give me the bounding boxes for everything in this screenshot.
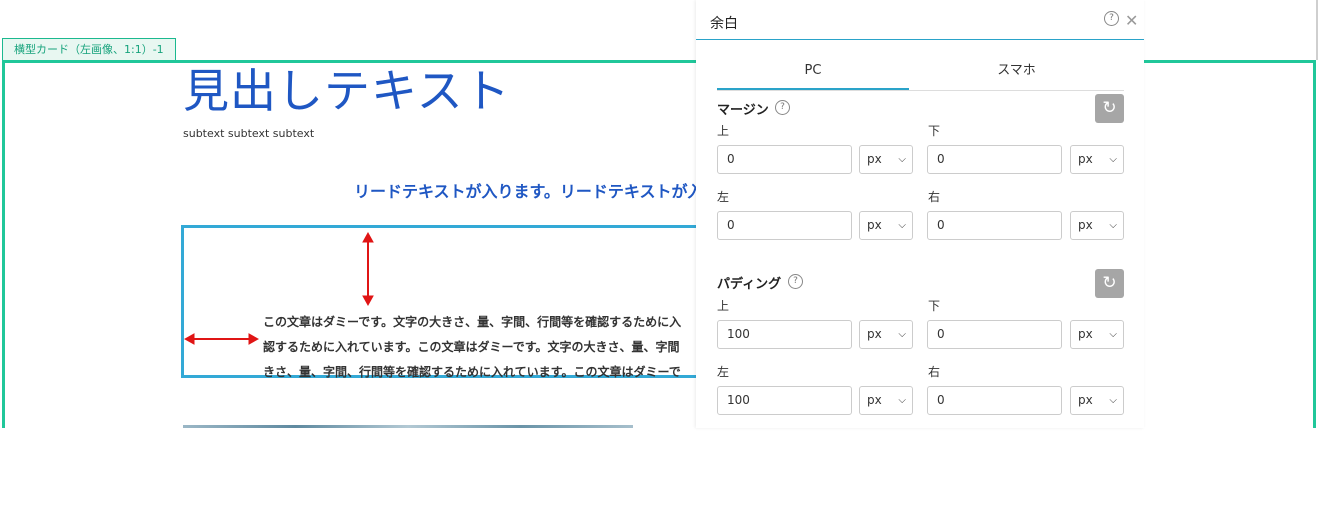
margin-help-icon[interactable]: ?: [775, 100, 790, 115]
padding-reset-button[interactable]: ↻: [1095, 269, 1124, 298]
margin-right-label: 右: [928, 190, 941, 204]
padding-top-label: 上: [717, 299, 730, 313]
panel-title: 余白: [710, 16, 738, 32]
unit-value: px: [1078, 393, 1093, 407]
padding-arrows: [183, 231, 374, 345]
padding-top-unit-select[interactable]: px ⌵: [859, 320, 913, 349]
tab-smartphone[interactable]: スマホ: [909, 53, 1124, 89]
margin-bottom-label: 下: [928, 124, 941, 138]
margin-top-unit-select[interactable]: px ⌵: [859, 145, 913, 174]
panel-header: 余白 ? ✕: [696, 4, 1144, 40]
spacing-settings-panel: 余白 ? ✕ PC スマホ マージン ? ↻ 上 0 px ⌵ 下 0 px ⌵…: [696, 0, 1144, 428]
below-canvas-area: [0, 428, 1318, 528]
chevron-down-icon: ⌵: [1109, 329, 1117, 340]
padding-bottom-unit-select[interactable]: px ⌵: [1070, 320, 1124, 349]
padding-help-icon[interactable]: ?: [788, 274, 803, 289]
padding-section-label: パディング: [717, 277, 782, 292]
unit-value: px: [867, 327, 882, 341]
margin-left-input[interactable]: 0: [717, 211, 852, 240]
margin-top-input[interactable]: 0: [717, 145, 852, 174]
margin-bottom-input[interactable]: 0: [927, 145, 1062, 174]
chevron-down-icon: ⌵: [1109, 395, 1117, 406]
margin-bottom-unit-select[interactable]: px ⌵: [1070, 145, 1124, 174]
device-tabs: PC スマホ: [717, 53, 1124, 91]
padding-left-input[interactable]: 100: [717, 386, 852, 415]
chevron-down-icon: ⌵: [1109, 220, 1117, 231]
tab-pc[interactable]: PC: [717, 53, 909, 90]
vertical-arrow-icon: [362, 231, 374, 307]
margin-section-label: マージン: [717, 103, 769, 118]
chevron-down-icon: ⌵: [898, 329, 906, 340]
padding-left-unit-select[interactable]: px ⌵: [859, 386, 913, 415]
close-icon[interactable]: ✕: [1125, 13, 1138, 29]
padding-bottom-input[interactable]: 0: [927, 320, 1062, 349]
unit-value: px: [1078, 152, 1093, 166]
margin-top-label: 上: [717, 124, 730, 138]
help-icon[interactable]: ?: [1104, 11, 1119, 26]
margin-right-unit-select[interactable]: px ⌵: [1070, 211, 1124, 240]
unit-value: px: [867, 218, 882, 232]
padding-right-input[interactable]: 0: [927, 386, 1062, 415]
padding-bottom-label: 下: [928, 299, 941, 313]
unit-value: px: [867, 393, 882, 407]
chevron-down-icon: ⌵: [898, 220, 906, 231]
unit-value: px: [1078, 218, 1093, 232]
chevron-down-icon: ⌵: [1109, 154, 1117, 165]
padding-right-label: 右: [928, 365, 941, 379]
unit-value: px: [867, 152, 882, 166]
padding-left-label: 左: [717, 365, 730, 379]
unit-value: px: [1078, 327, 1093, 341]
margin-reset-button[interactable]: ↻: [1095, 94, 1124, 123]
padding-right-unit-select[interactable]: px ⌵: [1070, 386, 1124, 415]
chevron-down-icon: ⌵: [898, 154, 906, 165]
margin-left-label: 左: [717, 190, 730, 204]
padding-top-input[interactable]: 100: [717, 320, 852, 349]
chevron-down-icon: ⌵: [898, 395, 906, 406]
horizontal-arrow-icon: [183, 333, 260, 345]
margin-right-input[interactable]: 0: [927, 211, 1062, 240]
margin-left-unit-select[interactable]: px ⌵: [859, 211, 913, 240]
